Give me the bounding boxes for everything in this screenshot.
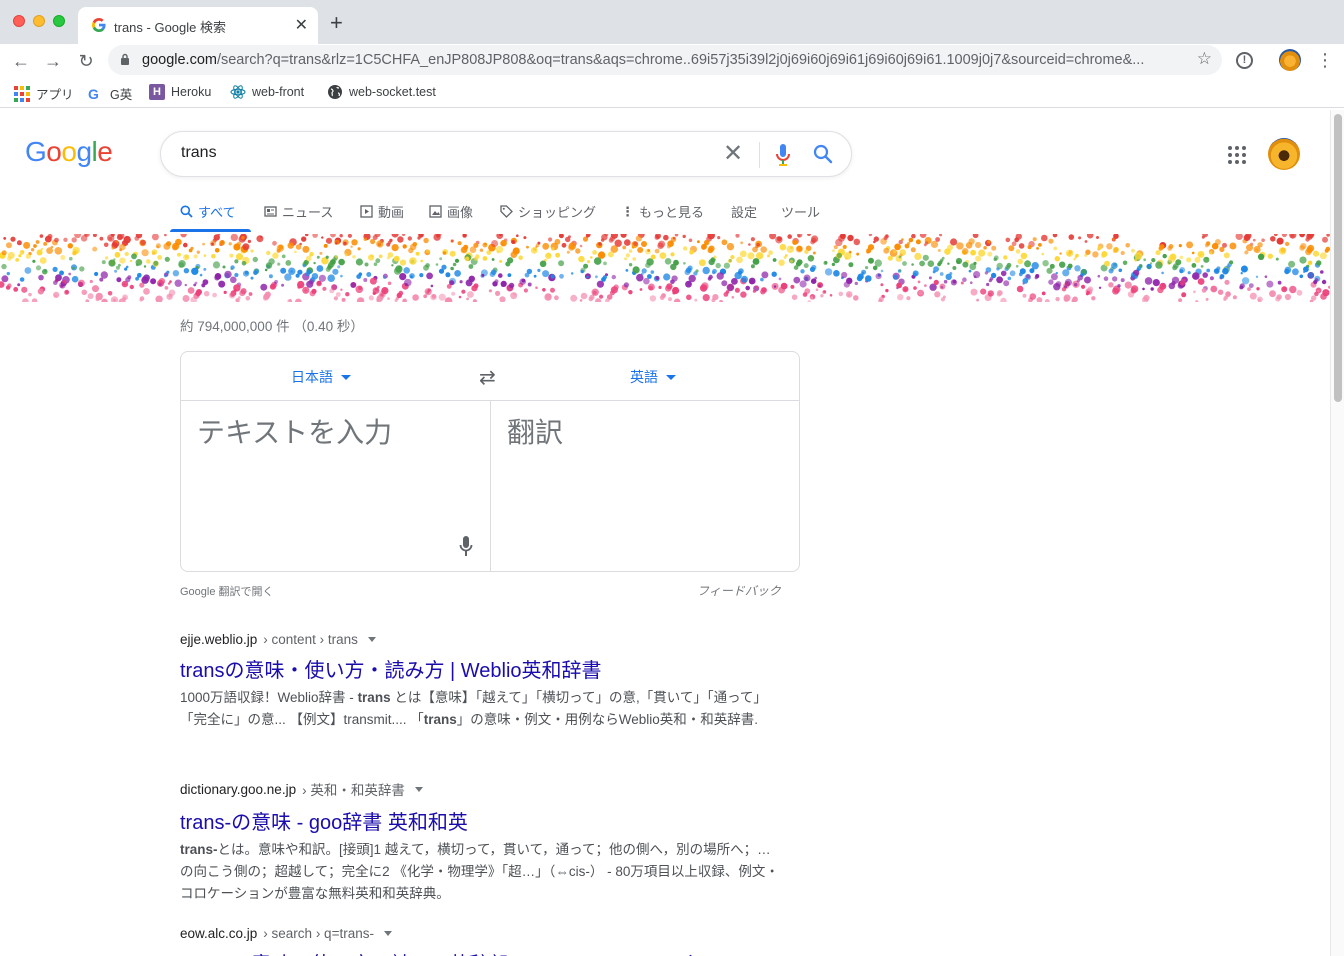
bookmark-heroku[interactable]: H Heroku <box>149 84 211 100</box>
result-title-link[interactable]: transの意味・使い方・読み方 | Weblio英和辞書 <box>180 654 780 683</box>
feedback-link[interactable]: フィードバック <box>697 582 781 599</box>
result-url: eow.alc.co.jp › search › q=trans- <box>180 926 780 941</box>
result-snippet: trans-とは。意味や和訳。[接頭]1 越えて，横切って，貫いて，通って；他の… <box>180 842 779 901</box>
address-bar[interactable]: google.com/search?q=trans&rlz=1C5CHFA_en… <box>108 45 1222 75</box>
dropdown-caret-icon <box>666 374 676 380</box>
google-favicon-icon <box>92 18 106 32</box>
search-icon <box>180 205 193 218</box>
bookmark-g-eng[interactable]: G G英 <box>88 84 132 103</box>
result-menu-caret-icon[interactable] <box>414 786 423 792</box>
globe-icon <box>328 85 342 99</box>
tab-news[interactable]: ニュース <box>264 202 333 221</box>
browser-tab-strip: trans - Google 検索 ✕ + <box>0 0 1344 44</box>
search-result: ejje.weblio.jp › content › trans transの意… <box>180 632 780 731</box>
forward-arrow-icon[interactable]: → <box>40 48 66 74</box>
google-apps-icon[interactable] <box>1228 146 1246 164</box>
bookmark-apps[interactable]: アプリ <box>14 84 74 103</box>
tab-images[interactable]: 画像 <box>429 202 473 221</box>
window-minimize-button[interactable] <box>33 15 45 27</box>
account-avatar[interactable] <box>1268 138 1300 170</box>
swap-languages-icon[interactable]: ⇄ <box>479 365 496 390</box>
window-zoom-button[interactable] <box>53 15 65 27</box>
microphone-icon[interactable] <box>459 535 473 557</box>
bookmark-label: G英 <box>110 88 133 102</box>
bookmarks-bar: アプリ G G英 H Heroku web-front web-socket.t… <box>0 78 1344 108</box>
reload-icon[interactable]: ↻ <box>73 48 99 74</box>
tab-video[interactable]: 動画 <box>360 202 404 221</box>
result-url: dictionary.goo.ne.jp › 英和・和英辞書 <box>180 779 780 799</box>
search-box-divider <box>759 142 760 168</box>
react-icon <box>230 85 246 99</box>
window-close-button[interactable] <box>13 15 25 27</box>
search-input[interactable] <box>181 144 701 162</box>
lock-icon <box>121 53 129 65</box>
result-snippet: 1000万語収録！Weblio辞書 - trans とは【意味】「越えて」「横切… <box>180 690 767 727</box>
scrollbar-thumb[interactable] <box>1334 114 1342 402</box>
extension-info-icon[interactable]: ! <box>1236 52 1253 69</box>
result-menu-caret-icon[interactable] <box>383 931 392 936</box>
more-vert-icon: ⋮ <box>621 203 634 219</box>
clear-search-icon[interactable]: ✕ <box>723 140 743 168</box>
google-doodle-logo[interactable]: Google <box>25 136 113 168</box>
bookmark-label: web-front <box>252 85 305 99</box>
translation-output: 翻訳 <box>507 416 564 449</box>
bookmark-label: アプリ <box>36 88 74 102</box>
new-tab-button[interactable]: + <box>330 12 343 34</box>
active-tab-indicator <box>170 229 251 232</box>
tab-all[interactable]: すべて <box>180 202 236 221</box>
bookmark-web-front[interactable]: web-front <box>230 84 304 100</box>
bookmark-star-icon[interactable]: ☆ <box>1197 49 1212 69</box>
source-placeholder: テキストを入力 <box>197 416 393 449</box>
browser-tab[interactable]: trans - Google 検索 ✕ <box>78 7 318 44</box>
news-icon <box>264 206 277 217</box>
google-g-icon: G <box>88 85 99 102</box>
profile-avatar-small[interactable] <box>1279 49 1301 71</box>
pride-confetti-banner <box>0 234 1330 302</box>
search-result: dictionary.goo.ne.jp › 英和・和英辞書 trans-の意味… <box>180 779 780 905</box>
bookmark-label: web-socket.test <box>349 85 436 99</box>
tab-shopping[interactable]: ショッピング <box>500 202 596 221</box>
heroku-icon: H <box>149 84 165 100</box>
tab-settings[interactable]: 設定 <box>731 202 757 221</box>
video-icon <box>360 205 373 218</box>
url-text: google.com/search?q=trans&rlz=1C5CHFA_en… <box>142 52 1145 68</box>
search-results-page: Google ✕ すべて ニュース 動画 <box>0 110 1330 956</box>
result-stats: 約 794,000,000 件 （0.40 秒） <box>180 319 364 334</box>
source-text-area[interactable]: テキストを入力 <box>181 401 491 571</box>
search-box: ✕ <box>160 131 852 177</box>
translate-language-row: 日本語 ⇄ 英語 <box>181 352 799 401</box>
open-google-translate-link[interactable]: Google 翻訳で開く <box>180 583 274 599</box>
tag-icon <box>500 205 513 218</box>
tab-title: trans - Google 検索 <box>114 20 226 35</box>
dropdown-caret-icon <box>341 374 351 380</box>
back-arrow-icon[interactable]: ← <box>8 48 34 74</box>
apps-grid-icon <box>14 85 30 102</box>
result-url: ejje.weblio.jp › content › trans <box>180 632 780 647</box>
translate-widget: 日本語 ⇄ 英語 テキストを入力 翻訳 <box>180 351 800 572</box>
browser-menu-icon[interactable]: ⋮ <box>1316 50 1334 71</box>
tab-more[interactable]: ⋮ もっと見る <box>621 202 704 221</box>
tab-tools[interactable]: ツール <box>781 202 820 221</box>
bookmark-label: Heroku <box>171 85 212 99</box>
tab-close-icon[interactable]: ✕ <box>295 15 308 35</box>
image-icon <box>429 205 442 218</box>
search-result: eow.alc.co.jp › search › q=trans- trans-… <box>180 926 780 956</box>
target-language-select[interactable]: 英語 <box>630 367 676 387</box>
result-title-link[interactable]: trans-の意味・使い方・読み - 英辞郎 on the WEB：アルク <box>180 948 780 956</box>
result-menu-caret-icon[interactable] <box>367 637 376 642</box>
search-icon[interactable] <box>813 144 833 164</box>
bookmark-web-socket[interactable]: web-socket.test <box>327 84 436 100</box>
voice-search-icon[interactable] <box>775 143 791 167</box>
result-title-link[interactable]: trans-の意味 - goo辞書 英和和英 <box>180 806 780 835</box>
source-language-select[interactable]: 日本語 <box>291 367 351 387</box>
page-scrollbar[interactable] <box>1330 110 1344 956</box>
browser-toolbar: ← → ↻ google.com/search?q=trans&rlz=1C5C… <box>0 44 1344 78</box>
